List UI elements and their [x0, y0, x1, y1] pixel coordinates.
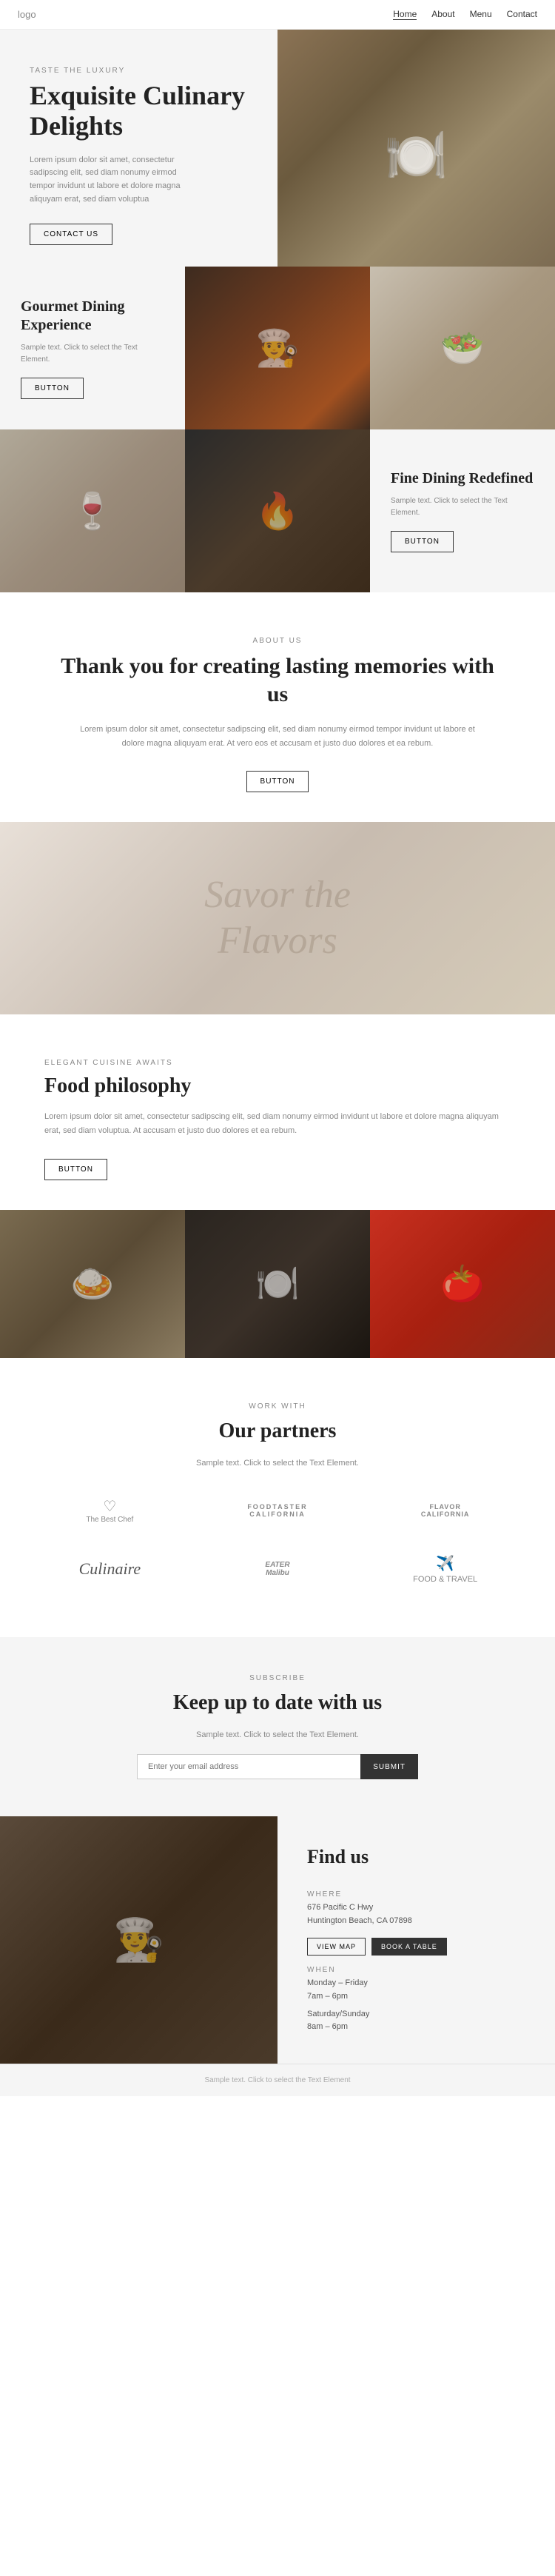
subscribe-title: Keep up to date with us [59, 1690, 496, 1716]
philosophy-button[interactable]: BUTTON [44, 1159, 107, 1180]
gallery-title-1: Gourmet Dining Experience [21, 298, 164, 335]
partner-foodtaster-sub: CALIFORNIA [249, 1511, 306, 1518]
about-section: ABOUT US Thank you for creating lasting … [0, 592, 555, 822]
flavors-line2: Flavors [218, 920, 337, 962]
hero-section: TASTE THE LUXURY Exquisite Culinary Deli… [0, 30, 555, 267]
hero-food-photo: 🍽️ [278, 30, 555, 282]
weekend-hours-time: 8am – 6pm [307, 2021, 525, 2034]
partner-foodtaster: FOODTASTER CALIFORNIA [198, 1496, 358, 1525]
partner-foodtaster-name: FOODTASTER [247, 1503, 307, 1511]
partner-food-travel-name: FOOD & TRAVEL [413, 1574, 477, 1585]
partners-subtitle: Sample text. Click to select the Text El… [30, 1459, 525, 1468]
subscribe-subtitle: Sample text. Click to select the Text El… [59, 1730, 496, 1739]
flavors-line1: Savor the [204, 874, 351, 916]
footer: Sample text. Click to select the Text El… [0, 2064, 555, 2096]
hero-eyebrow: TASTE THE LUXURY [30, 67, 248, 75]
partner-flavor-sub: CALIFORNIA [421, 1511, 470, 1518]
partners-eyebrow: WORK WITH [30, 1402, 525, 1411]
nav-home[interactable]: Home [393, 9, 417, 20]
food-photo-3: 🍅 [370, 1210, 555, 1358]
find-us-title: Find us [307, 1846, 525, 1868]
view-map-button[interactable]: VIEW MAP [307, 1938, 366, 1956]
partners-section: WORK WITH Our partners Sample text. Clic… [0, 1358, 555, 1637]
partner-food-travel: ✈️ FOOD & TRAVEL [365, 1546, 525, 1593]
hero-body: Lorem ipsum dolor sit amet, consectetur … [30, 154, 192, 206]
about-eyebrow: ABOUT US [59, 637, 496, 645]
hero-text: TASTE THE LUXURY Exquisite Culinary Deli… [0, 30, 278, 282]
nav-contact[interactable]: Contact [507, 9, 537, 20]
navigation: logo Home About Menu Contact [0, 0, 555, 30]
gallery-text-cell-2: Fine Dining Redefined Sample text. Click… [370, 429, 555, 592]
partner-culinaire-name: Culinaire [79, 1559, 141, 1579]
when-label: WHEN [307, 1966, 525, 1974]
gallery-food2-image: 🥗 [370, 267, 555, 429]
gallery-text-cell-1: Gourmet Dining Experience Sample text. C… [0, 267, 185, 429]
kitchen-emoji: 🔥 [255, 490, 300, 532]
partners-grid: ♡ The Best Chef FOODTASTER CALIFORNIA FL… [30, 1490, 525, 1593]
weekend-hours-label: Saturday/Sunday [307, 2008, 525, 2021]
food-photo-1: 🍛 [0, 1210, 185, 1358]
find-us-image: 👨‍🍳 [0, 1816, 278, 2064]
gallery-title-2: Fine Dining Redefined [391, 469, 534, 488]
food-travel-icon: ✈️ [436, 1553, 454, 1574]
chef-cooking-icon: 👨‍🍳 [113, 1916, 165, 1964]
partner-flavor: FLAVOR CALIFORNIA [365, 1496, 525, 1525]
philosophy-title: Food philosophy [44, 1074, 511, 1098]
food3-emoji: 🍷 [70, 490, 115, 532]
weekday-hours-label: Monday – Friday [307, 1977, 525, 1990]
partner-chef: ♡ The Best Chef [30, 1490, 190, 1531]
logo: logo [18, 9, 36, 20]
nav-about[interactable]: About [431, 9, 454, 20]
nav-links: Home About Menu Contact [393, 9, 537, 20]
philosophy-body: Lorem ipsum dolor sit amet, consectetur … [44, 1110, 511, 1137]
gallery-food3-image: 🍷 [0, 429, 185, 592]
subscribe-eyebrow: SUBSCRIBE [59, 1674, 496, 1682]
food-photos-row: 🍛 🍽️ 🍅 [0, 1210, 555, 1358]
address-line2: Huntington Beach, CA 07898 [307, 1915, 525, 1928]
gallery-grid: Gourmet Dining Experience Sample text. C… [0, 267, 555, 592]
gallery-body-2: Sample text. Click to select the Text El… [391, 495, 534, 519]
flavors-text: Savor the Flavors [204, 872, 351, 965]
find-us-buttons: VIEW MAP BOOK A TABLE [307, 1938, 525, 1956]
subscribe-form: SUBMIT [137, 1754, 418, 1779]
partner-eater-sub: Malibu [266, 1569, 289, 1577]
submit-button[interactable]: SUBMIT [360, 1754, 418, 1779]
philosophy-eyebrow: ELEGANT CUISINE AWAITS [44, 1059, 511, 1067]
hero-title: Exquisite Culinary Delights [30, 81, 248, 142]
fire-emoji: 👨‍🍳 [255, 327, 300, 369]
food-photo-2: 🍽️ [185, 1210, 370, 1358]
about-button[interactable]: BUTTON [246, 771, 309, 792]
about-body: Lorem ipsum dolor sit amet, consectetur … [78, 723, 477, 750]
subscribe-section: SUBSCRIBE Keep up to date with us Sample… [0, 1637, 555, 1816]
gallery-button-2[interactable]: BUTTON [391, 531, 454, 552]
partner-flavor-name: FLAVOR [429, 1503, 460, 1511]
footer-text: Sample text. Click to select the Text El… [30, 2076, 525, 2084]
philosophy-section: ELEGANT CUISINE AWAITS Food philosophy L… [0, 1014, 555, 1209]
find-us-section: 👨‍🍳 Find us WHERE 676 Pacific C Hwy Hunt… [0, 1816, 555, 2064]
food2-emoji: 🥗 [440, 327, 485, 369]
heart-icon: ♡ [103, 1497, 116, 1516]
weekday-hours-time: 7am – 6pm [307, 1990, 525, 2004]
partner-eater-name: EATER [265, 1561, 289, 1569]
partner-eater: EATER Malibu [198, 1553, 358, 1585]
about-title: Thank you for creating lasting memories … [59, 652, 496, 708]
address-line1: 676 Pacific C Hwy [307, 1901, 525, 1915]
partners-title: Our partners [30, 1418, 525, 1444]
hero-cta-button[interactable]: CONTACT US [30, 224, 112, 245]
gallery-fire-image: 👨‍🍳 [185, 267, 370, 429]
book-table-button[interactable]: BOOK A TABLE [371, 1938, 447, 1956]
email-input[interactable] [137, 1754, 360, 1779]
flavors-banner: Savor the Flavors [0, 822, 555, 1014]
where-label: WHERE [307, 1890, 525, 1898]
gallery-body-1: Sample text. Click to select the Text El… [21, 342, 164, 366]
partner-chef-name: The Best Chef [86, 1516, 133, 1524]
gallery-button-1[interactable]: BUTTON [21, 378, 84, 399]
nav-menu[interactable]: Menu [470, 9, 492, 20]
hero-image: 🍽️ [278, 30, 555, 282]
partner-culinaire: Culinaire [30, 1552, 190, 1586]
find-us-info: Find us WHERE 676 Pacific C Hwy Huntingt… [278, 1816, 555, 2064]
gallery-kitchen-image: 🔥 [185, 429, 370, 592]
